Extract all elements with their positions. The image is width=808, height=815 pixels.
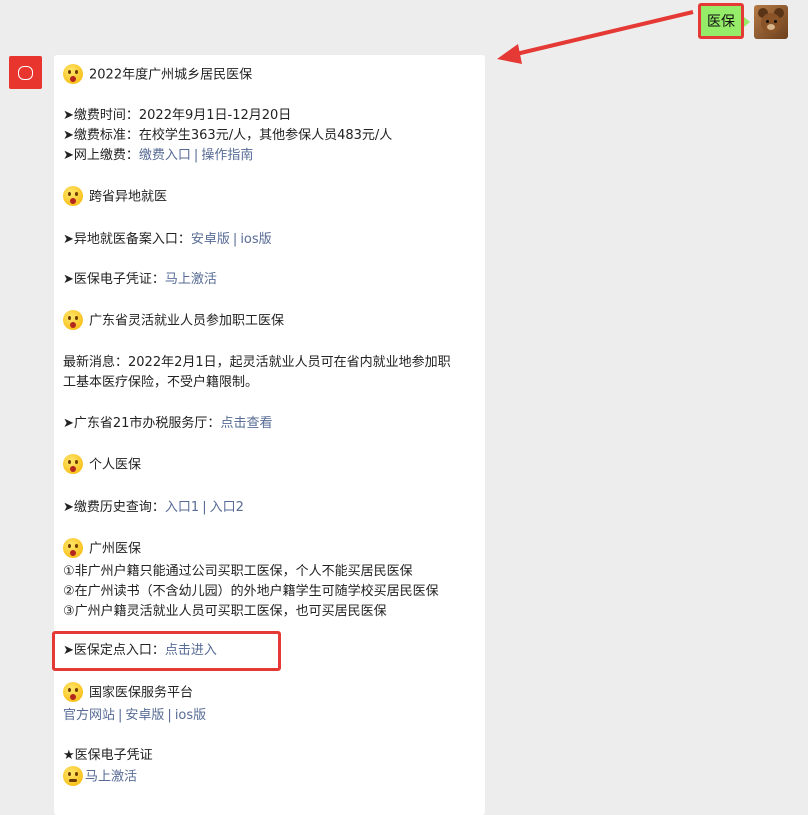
link-separator: | [167,708,172,723]
view-link[interactable]: 点击查看 [220,416,272,431]
link-separator: | [232,232,238,247]
bear-face-icon [761,13,781,33]
guangzhou-rule-1: ①非广州户籍只能通过公司买职工医保，个人不能买居民医保 [63,564,413,579]
section-title: 2022年度广州城乡居民医保 [63,64,253,86]
section-title: 国家医保服务平台 [63,682,194,704]
surprised-face-icon [63,186,83,206]
highlight-box [52,631,281,671]
bot-logo-icon [18,65,33,80]
e-voucher-label: ➤医保电子凭证： [63,272,165,287]
payment-standard: ➤缴费标准：在校学生363元/人，其他参保人员483元/人 [63,128,393,143]
activate-link[interactable]: 马上激活 [85,770,137,785]
surprised-face-icon [63,64,83,84]
bear-snout [767,24,775,30]
national-platform-links: 官方网站 | 安卓版 | ios版 [63,706,206,726]
section-title-text: 广州医保 [89,541,142,557]
section-title: 跨省异地就医 [63,186,168,208]
surprised-face-icon [63,538,83,558]
guangzhou-rule-3: ③广州户籍灵活就业人员可买职工医保，也可买居民医保 [63,604,387,619]
link-separator: | [118,708,123,723]
bot-message-card: 2022年度广州城乡居民医保 ➤缴费时间：2022年9月1日-12月20日 ➤缴… [54,55,485,815]
link-separator: | [202,500,207,515]
bear-eye [766,20,769,23]
section-title-text: 跨省异地就医 [89,189,168,205]
online-payment-label: ➤网上缴费： [63,148,139,163]
thinking-face-icon [63,766,83,786]
surprised-face-icon [63,454,83,474]
section-title-text: 广东省灵活就业人员参加职工医保 [89,313,285,329]
online-payment-row: ➤网上缴费：缴费入口 | 操作指南 [63,146,253,166]
ios-link[interactable]: ios版 [175,708,206,723]
news-line-1: 最新消息：2022年2月1日，起灵活就业人员可在省内就业地参加职 [63,355,451,370]
official-website-link[interactable]: 官方网站 [63,708,115,723]
section-title-text: 国家医保服务平台 [89,685,194,701]
remote-record-row: ➤异地就医备案入口：安卓版 | ios版 [63,230,272,250]
section-title-text: 2022年度广州城乡居民医保 [89,67,253,83]
section-title-text: 个人医保 [89,457,142,473]
e-voucher-row: ➤医保电子凭证：马上激活 [63,270,217,290]
user-message-text: 医保 [707,14,735,30]
link-separator: | [193,148,199,163]
payment-history-label: ➤缴费历史查询： [63,500,165,515]
user-avatar[interactable] [754,5,788,39]
e-voucher-title: ★医保电子凭证 [63,748,153,763]
guangzhou-rule-2: ②在广州读书（不含幼儿园）的外地户籍学生可随学校买居民医保 [63,584,439,599]
android-link[interactable]: 安卓版 [125,708,164,723]
user-bubble-tail [744,17,750,27]
operation-guide-link[interactable]: 操作指南 [201,148,253,163]
payment-time: ➤缴费时间：2022年9月1日-12月20日 [63,108,292,123]
section-title: 广州医保 [63,538,142,560]
entry2-link[interactable]: 入口2 [210,500,244,515]
ios-link[interactable]: ios版 [240,232,271,247]
surprised-face-icon [63,310,83,330]
entry1-link[interactable]: 入口1 [165,500,199,515]
user-message-bubble[interactable]: 医保 [698,3,744,39]
bear-eye [774,20,777,23]
bot-avatar[interactable] [9,56,42,89]
activate-link[interactable]: 马上激活 [165,272,217,287]
news-line-2: 工基本医疗保险，不受户籍限制。 [63,375,259,390]
tax-hall-label: ➤广东省21市办税服务厅： [63,416,221,431]
android-link[interactable]: 安卓版 [191,232,230,247]
payment-history-row: ➤缴费历史查询：入口1 | 入口2 [63,498,244,518]
payment-entry-link[interactable]: 缴费入口 [139,148,191,163]
section-title: 广东省灵活就业人员参加职工医保 [63,310,285,332]
surprised-face-icon [63,682,83,702]
e-voucher-activate-row: 马上激活 [63,766,137,788]
tax-hall-row: ➤广东省21市办税服务厅：点击查看 [63,414,272,434]
section-title: 个人医保 [63,454,142,476]
remote-record-label: ➤异地就医备案入口： [63,232,191,247]
